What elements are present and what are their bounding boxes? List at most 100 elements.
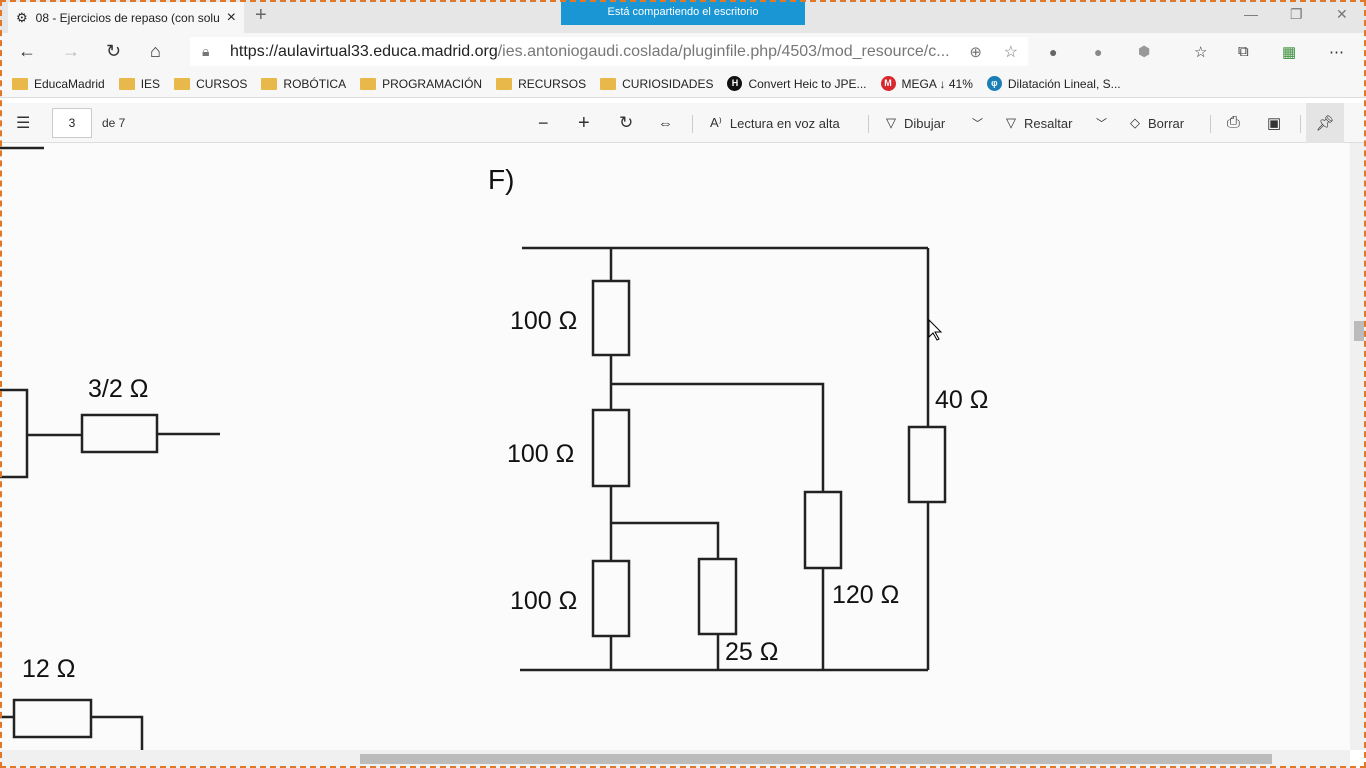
resistor-r6 <box>907 425 947 504</box>
extension-icon[interactable]: ● <box>1049 44 1057 60</box>
url-path: /ies.antoniogaudi.coslada/pluginfile.php… <box>497 42 950 60</box>
collections-icon[interactable]: ⧉ <box>1238 43 1249 60</box>
resistor-r2 <box>591 408 631 488</box>
folder-icon <box>600 77 617 90</box>
url-host: https://aulavirtual33.educa.madrid.org <box>230 42 498 60</box>
draw-label: Dibujar <box>904 115 946 131</box>
fit-width-icon[interactable]: ⇔ <box>658 103 673 143</box>
resistor-label: 100 Ω <box>507 440 575 468</box>
bookmark-label: Convert Heic to JPE... <box>748 76 867 91</box>
lock-icon: 🔒︎ <box>202 43 210 59</box>
bookmark-label: EducaMadrid <box>34 76 105 91</box>
bookmark-label: ROBÓTICA <box>283 76 347 91</box>
bookmark-recursos[interactable]: RECURSOS <box>496 77 586 91</box>
bookmark-label: MEGA ↓ 41% <box>901 76 973 91</box>
folder-icon <box>174 77 191 90</box>
tab-title: 08 - Ejercicios de repaso (con solucione… <box>35 10 219 25</box>
refresh-icon[interactable]: ↻ <box>106 41 121 62</box>
eraser-icon: ◇ <box>1130 115 1140 130</box>
heic-icon: H <box>727 76 743 91</box>
bookmarks-bar: EducaMadrid IES CURSOS ROBÓTICA PROGRAMA… <box>0 70 1366 98</box>
resistor-r3 <box>591 559 631 638</box>
page-count: de 7 <box>102 116 126 130</box>
pdf-toolbar: ☰ 3 de 7 − + ↻ ⇔ A⁾ Lectura en voz alta ▽… <box>0 103 1366 143</box>
bookmark-label: RECURSOS <box>518 76 587 91</box>
resistor-left2 <box>12 698 93 739</box>
address-bar[interactable]: 🔒︎ https://aulavirtual33.educa.madrid.or… <box>190 37 1028 66</box>
restore-button[interactable]: ❐ <box>1290 6 1303 23</box>
back-icon[interactable]: ← <box>18 41 36 62</box>
page-number-input[interactable]: 3 <box>52 108 92 138</box>
bookmark-curiosidades[interactable]: CURIOSIDADES <box>600 77 713 91</box>
bookmark-label: IES <box>140 76 161 91</box>
share-banner: Está compartiendo el escritorio <box>561 0 805 25</box>
folder-icon <box>360 77 377 90</box>
bookmark-dilatacion[interactable]: φ Dilatación Lineal, S... <box>986 76 1121 91</box>
print-icon[interactable]: ⎙ <box>1227 103 1240 143</box>
shield-extension-icon[interactable]: ⬢ <box>1138 43 1150 60</box>
read-aloud-icon: A⁾ <box>710 115 722 130</box>
mega-icon: M <box>880 76 896 91</box>
resistor-label: 120 Ω <box>832 581 900 609</box>
vertical-scroll-thumb[interactable] <box>1354 321 1364 341</box>
vertical-scrollbar[interactable] <box>1350 143 1366 750</box>
zoom-out-icon[interactable]: − <box>538 103 549 143</box>
close-tab-icon[interactable]: × <box>227 9 236 27</box>
erase-label: Borrar <box>1148 115 1185 131</box>
resistor-label: 100 Ω <box>510 587 578 615</box>
resistor-label: 100 Ω <box>510 307 578 335</box>
home-icon[interactable]: ⌂ <box>150 41 161 62</box>
highlight-chevron-down-icon[interactable]: ﹀ <box>1096 103 1107 143</box>
bookmark-robotica[interactable]: ROBÓTICA <box>261 77 346 91</box>
zoom-icon[interactable]: ⊕ <box>969 43 982 61</box>
minimize-button[interactable]: — <box>1244 6 1258 22</box>
rotate-icon[interactable]: ↻ <box>619 103 633 143</box>
favorite-star-icon[interactable]: ☆ <box>1004 42 1018 62</box>
calculator-extension-icon[interactable]: ▦ <box>1282 43 1296 61</box>
close-window-button[interactable]: ✕ <box>1336 6 1348 23</box>
resistor-label: 25 Ω <box>725 638 779 666</box>
extension-icon[interactable]: ● <box>1094 44 1102 60</box>
bookmark-label: PROGRAMACIÓN <box>382 76 483 91</box>
horizontal-scrollbar[interactable] <box>0 750 1350 768</box>
bookmark-educamadrid[interactable]: EducaMadrid <box>12 77 105 91</box>
bookmark-label: CURSOS <box>196 76 248 91</box>
favorites-icon[interactable]: ☆ <box>1194 43 1207 61</box>
mouse-cursor-icon <box>928 318 943 341</box>
bookmark-convert-heic[interactable]: H Convert Heic to JPE... <box>727 76 867 91</box>
resistor-r4 <box>697 557 738 636</box>
highlight-button[interactable]: ▽ Resaltar <box>1006 103 1072 143</box>
bookmark-cursos[interactable]: CURSOS <box>174 77 247 91</box>
draw-button[interactable]: ▽ Dibujar <box>886 103 945 143</box>
tab-active[interactable]: ⚙ 08 - Ejercicios de repaso (con solucio… <box>8 2 244 33</box>
draw-icon: ▽ <box>886 115 896 130</box>
more-icon[interactable]: ⋯ <box>1329 43 1344 61</box>
resistor-left1 <box>80 413 159 454</box>
save-icon[interactable]: ▣ <box>1267 103 1281 143</box>
draw-chevron-down-icon[interactable]: ﹀ <box>972 103 983 143</box>
zoom-in-icon[interactable]: + <box>578 103 590 143</box>
circuit-diagram <box>0 146 947 750</box>
contents-icon[interactable]: ☰ <box>16 103 30 143</box>
resistor-label: 40 Ω <box>935 386 989 414</box>
forward-icon[interactable]: → <box>62 41 80 62</box>
resistor-label: 3/2 Ω <box>88 375 149 403</box>
bookmark-label: CURIOSIDADES <box>622 76 714 91</box>
folder-icon <box>118 77 135 90</box>
nav-bar: ← → ↻ ⌂ 🔒︎ https://aulavirtual33.educa.m… <box>0 33 1366 70</box>
resistor-r5 <box>803 490 843 570</box>
read-aloud-button[interactable]: A⁾ Lectura en voz alta <box>710 103 840 143</box>
bookmark-mega[interactable]: M MEGA ↓ 41% <box>880 76 973 91</box>
resistor-label: 12 Ω <box>22 655 76 683</box>
erase-button[interactable]: ◇ Borrar <box>1130 103 1184 143</box>
highlight-label: Resaltar <box>1024 115 1073 131</box>
horizontal-scroll-thumb[interactable] <box>360 754 1272 764</box>
tab-bar: ⚙ 08 - Ejercicios de repaso (con solucio… <box>0 0 1366 33</box>
folder-icon <box>496 77 513 90</box>
pin-toolbar-icon[interactable]: 📌︎ <box>1306 103 1344 143</box>
bookmark-programacion[interactable]: PROGRAMACIÓN <box>360 77 482 91</box>
bookmark-ies[interactable]: IES <box>118 76 161 91</box>
read-aloud-label: Lectura en voz alta <box>729 115 840 131</box>
new-tab-button[interactable]: + <box>255 4 267 27</box>
bookmark-label: Dilatación Lineal, S... <box>1007 76 1121 91</box>
